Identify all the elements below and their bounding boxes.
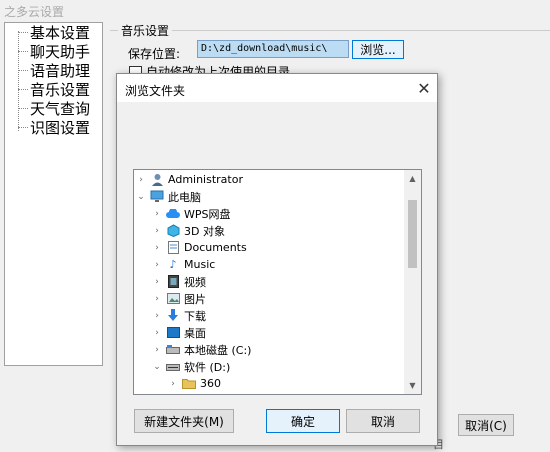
tree-item-360[interactable]: › 360 (168, 375, 221, 392)
tree-item-label: 桌面 (184, 326, 206, 340)
tree-item-this-pc[interactable]: ⌄ 此电脑 (136, 188, 201, 205)
chevron-right-icon[interactable]: › (152, 209, 162, 219)
chevron-right-icon[interactable]: › (136, 175, 146, 185)
scrollbar-thumb[interactable] (408, 200, 417, 268)
tree-item-3d[interactable]: › 3D 对象 (152, 222, 225, 239)
music-note-icon: ♪ (169, 258, 177, 271)
tree-item-wps[interactable]: › WPS网盘 (152, 205, 231, 222)
main-cancel-button[interactable]: 取消(C) (458, 414, 514, 436)
chevron-right-icon[interactable]: › (152, 345, 162, 355)
user-icon (150, 173, 164, 187)
tree-item-administrator[interactable]: › Administrator (136, 171, 243, 188)
title-bar: 之多云设置 (0, 0, 550, 22)
settings-nav-tree: 基本设置 聊天助手 语音助理 音乐设置 天气查询 识图设置 (4, 22, 103, 366)
tree-item-label: 软件 (D:) (184, 360, 231, 374)
chevron-down-icon[interactable]: ⌄ (136, 192, 146, 202)
nav-item-basic[interactable]: 基本设置 (18, 23, 91, 42)
tree-item-label: 图片 (184, 292, 206, 306)
dialog-title-bar: 浏览文件夹 ✕ (117, 74, 437, 102)
nav-item-weather[interactable]: 天气查询 (18, 99, 91, 118)
drive-icon (166, 360, 180, 374)
tree-item-label: 下载 (184, 309, 206, 323)
video-icon (166, 275, 180, 289)
browse-folder-dialog: 浏览文件夹 ✕ › Administrator ⌄ 此电脑 › WPS网盘 › (116, 73, 438, 446)
cloud-icon (166, 207, 180, 221)
tree-item-drive-c[interactable]: › 本地磁盘 (C:) (152, 341, 251, 358)
dialog-cancel-button[interactable]: 取消 (346, 409, 420, 433)
tree-item-label: WPS网盘 (184, 207, 231, 221)
tree-item-label: Music (184, 258, 216, 271)
window-title: 之多云设置 (4, 5, 65, 19)
nav-item-label: 语音助理 (30, 61, 91, 80)
nav-item-label: 音乐设置 (30, 80, 91, 99)
nav-item-label: 基本设置 (30, 23, 91, 42)
save-location-label: 保存位置: (128, 47, 181, 61)
tree-item-documents[interactable]: › Documents (152, 239, 247, 256)
tree-item-music[interactable]: › ♪ Music (152, 256, 215, 273)
nav-item-label: 天气查询 (30, 99, 91, 118)
save-path-field[interactable]: D:\zd_download\music\ (197, 40, 349, 58)
download-icon (166, 309, 180, 323)
computer-icon (150, 190, 164, 204)
tree-scrollbar[interactable]: ▲ ▼ (404, 170, 421, 394)
dialog-title: 浏览文件夹 (125, 84, 186, 98)
music-group-title: 音乐设置 (118, 22, 173, 39)
nav-item-image[interactable]: 识图设置 (18, 118, 91, 137)
nav-item-label: 聊天助手 (30, 42, 91, 61)
new-folder-button[interactable]: 新建文件夹(M) (134, 409, 234, 433)
chevron-right-icon[interactable]: › (152, 294, 162, 304)
chevron-right-icon[interactable]: › (152, 243, 162, 253)
chevron-right-icon[interactable]: › (168, 379, 178, 389)
desktop-icon (166, 326, 180, 340)
chevron-right-icon[interactable]: › (152, 328, 162, 338)
tree-item-label: Documents (184, 241, 247, 254)
scroll-up-icon[interactable]: ▲ (404, 170, 421, 187)
folder-icon (182, 377, 196, 391)
tree-item-label: 此电脑 (168, 190, 201, 204)
document-icon (166, 241, 180, 255)
scroll-down-icon[interactable]: ▼ (404, 377, 421, 394)
ok-button[interactable]: 确定 (266, 409, 340, 433)
chevron-right-icon[interactable]: › (152, 260, 162, 270)
chevron-right-icon[interactable]: › (152, 311, 162, 321)
drive-icon (166, 343, 180, 357)
nav-item-label: 识图设置 (30, 118, 91, 137)
nav-item-chat[interactable]: 聊天助手 (18, 42, 91, 61)
tree-item-videos[interactable]: › 视频 (152, 273, 206, 290)
tree-item-desktop[interactable]: › 桌面 (152, 324, 206, 341)
tree-item-pictures[interactable]: › 图片 (152, 290, 206, 307)
folder-tree[interactable]: › Administrator ⌄ 此电脑 › WPS网盘 › 3D 对象 › … (133, 169, 422, 395)
tree-item-label: Administrator (168, 173, 243, 186)
close-icon[interactable]: ✕ (413, 77, 435, 99)
nav-item-music[interactable]: 音乐设置 (18, 80, 91, 99)
tree-item-downloads[interactable]: › 下载 (152, 307, 206, 324)
tree-item-drive-d[interactable]: ⌄ 软件 (D:) (152, 358, 230, 375)
tree-item-label: 360 (200, 377, 221, 390)
picture-icon (166, 292, 180, 306)
nav-item-voice[interactable]: 语音助理 (18, 61, 91, 80)
chevron-right-icon[interactable]: › (152, 226, 162, 236)
chevron-down-icon[interactable]: ⌄ (152, 362, 162, 372)
chevron-right-icon[interactable]: › (152, 277, 162, 287)
tree-item-label: 本地磁盘 (C:) (184, 343, 252, 357)
cube-icon (166, 224, 180, 238)
tree-item-label: 3D 对象 (184, 224, 225, 238)
tree-item-label: 视频 (184, 275, 206, 289)
browse-button[interactable]: 浏览... (352, 40, 404, 59)
